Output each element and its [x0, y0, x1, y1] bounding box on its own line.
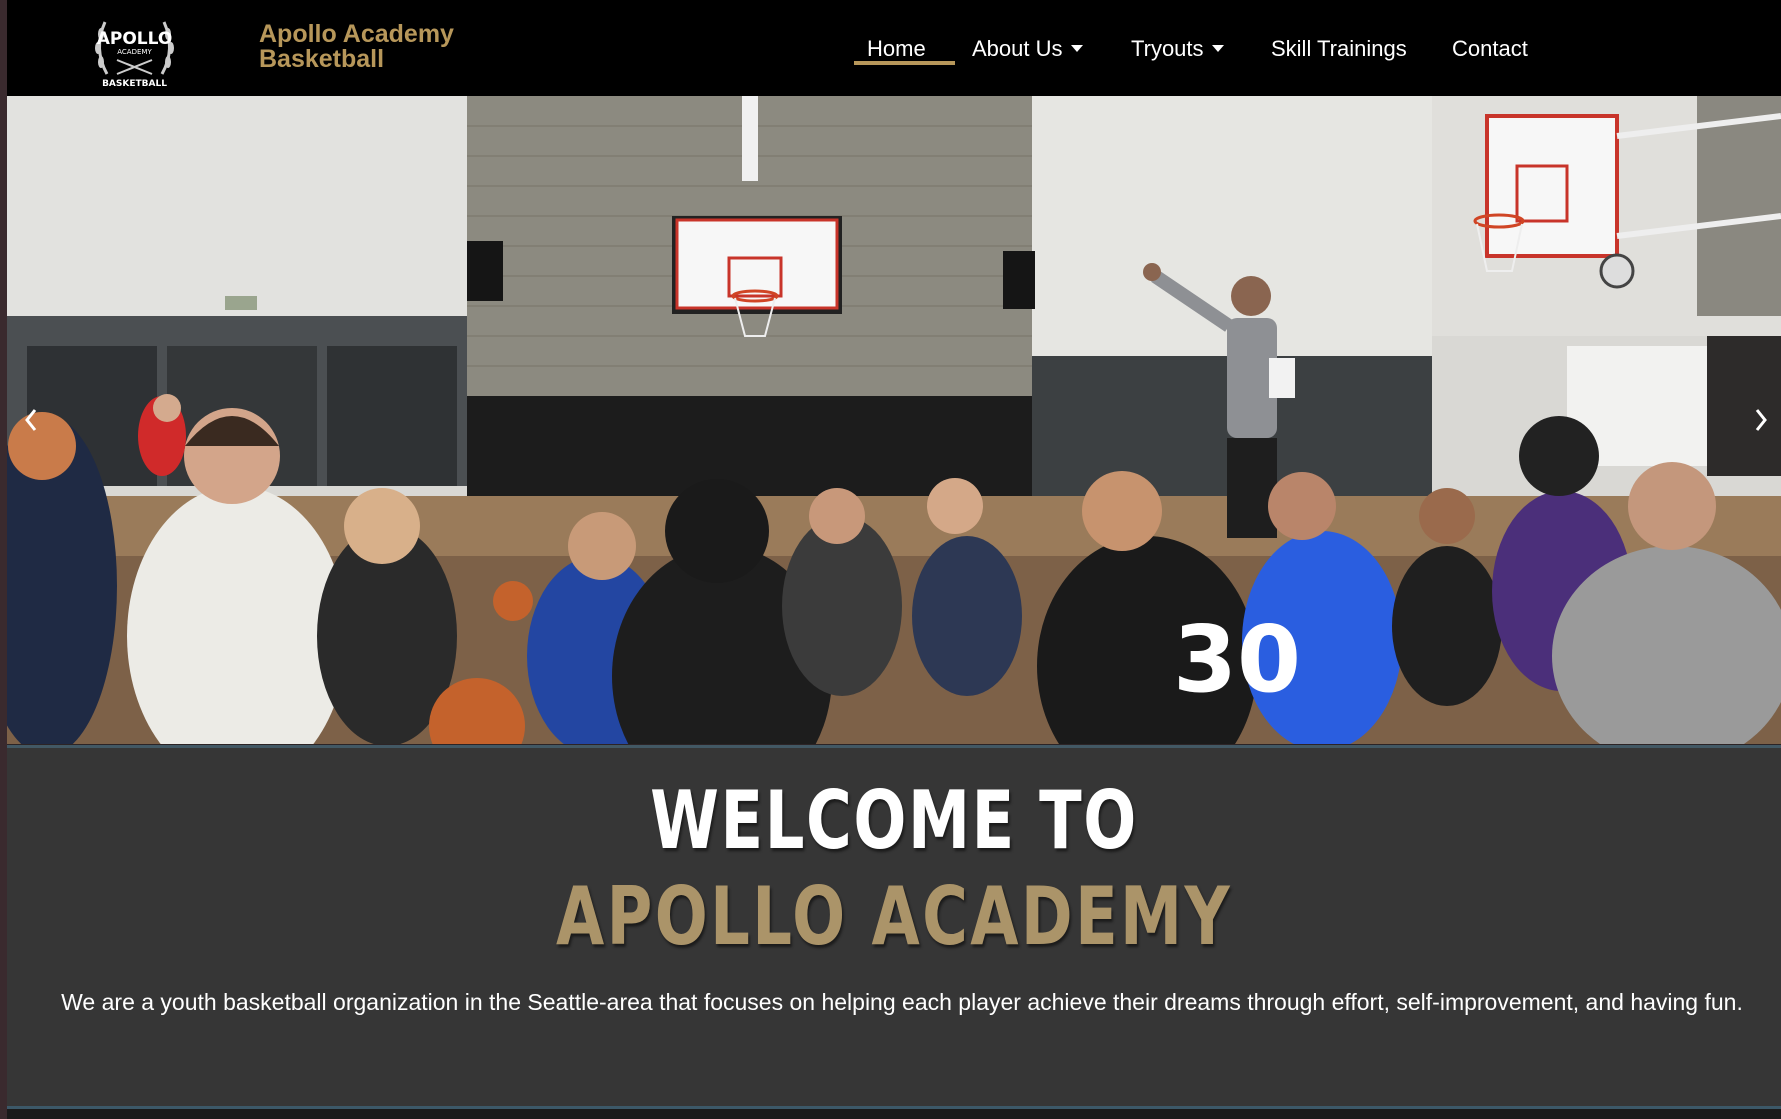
caret-down-icon [1070, 44, 1083, 52]
svg-text:APOLLO: APOLLO [97, 29, 173, 49]
nav-active-indicator [854, 61, 955, 65]
left-edge-strip [0, 0, 7, 1119]
chevron-right-icon [1755, 409, 1767, 431]
brand-name[interactable]: Apollo Academy Basketball [259, 22, 454, 72]
hero-image-gym-meeting: 30 [7, 96, 1781, 744]
nav-home-label: Home [867, 36, 926, 61]
nav-about-us[interactable]: About Us [972, 36, 1083, 62]
nav-about-label: About Us [972, 36, 1063, 61]
nav-contact-label: Contact [1452, 36, 1528, 61]
nav-skills-label: Skill Trainings [1271, 36, 1407, 61]
svg-text:ACADEMY: ACADEMY [117, 48, 152, 56]
nav-skill-trainings[interactable]: Skill Trainings [1271, 36, 1407, 62]
caret-down-icon [1211, 44, 1224, 52]
welcome-heading-line-2: APOLLO ACADEMY [556, 870, 1232, 963]
hero-slider: 30 [7, 96, 1781, 744]
chevron-left-icon [25, 409, 37, 431]
slider-prev-button[interactable] [19, 400, 43, 440]
welcome-heading-line-1: WELCOME TO [650, 774, 1138, 867]
nav-contact[interactable]: Contact [1452, 36, 1528, 62]
welcome-description: We are a youth basketball organization i… [61, 989, 1743, 1015]
nav-tryouts-label: Tryouts [1131, 36, 1204, 61]
welcome-section: WELCOME TO APOLLO ACADEMY We are a youth… [7, 745, 1781, 1109]
next-section-edge [7, 1109, 1781, 1119]
brand-line-2: Basketball [259, 45, 385, 73]
svg-text:BASKETBALL: BASKETBALL [102, 79, 167, 89]
nav-tryouts[interactable]: Tryouts [1131, 36, 1224, 62]
slider-next-button[interactable] [1749, 400, 1773, 440]
nav-home[interactable]: Home [867, 36, 926, 62]
site-header: APOLLO ACADEMY BASKETBALL Apollo Academy… [7, 0, 1781, 96]
brand-line-1: Apollo Academy [259, 20, 454, 48]
academy-logo[interactable]: APOLLO ACADEMY BASKETBALL [87, 4, 182, 92]
jersey-number: 30 [1173, 606, 1301, 713]
